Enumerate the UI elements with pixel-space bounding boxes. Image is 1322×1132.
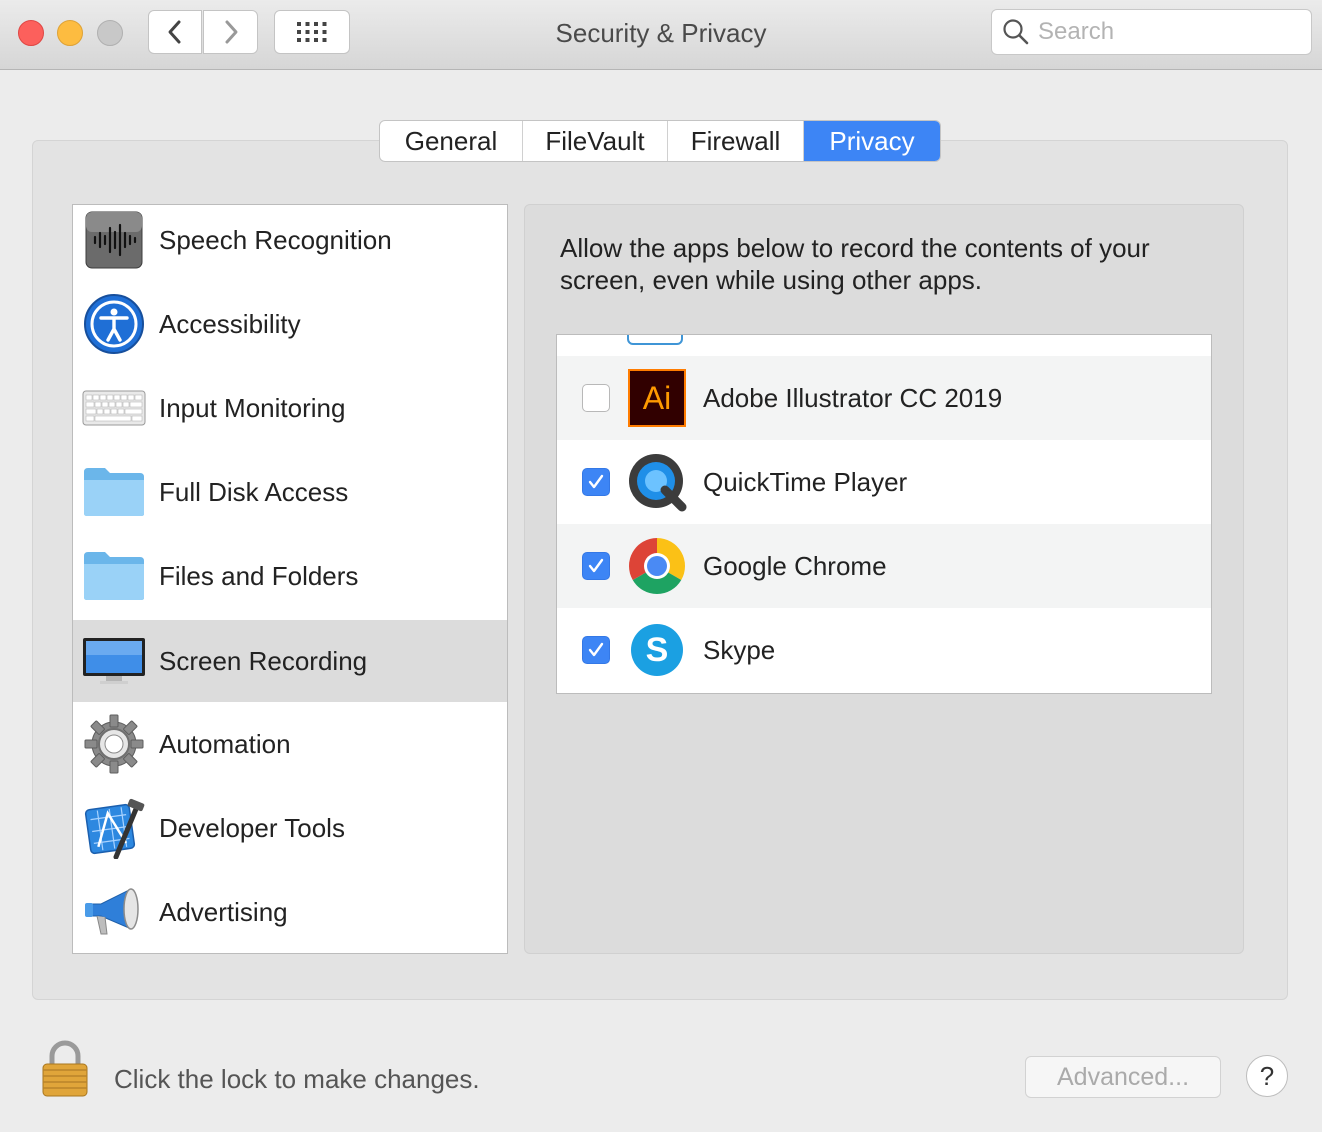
app-row-quicktime[interactable]: QuickTime Player: [557, 440, 1211, 524]
category-developer-tools[interactable]: Developer Tools: [73, 787, 507, 869]
checkbox[interactable]: [582, 636, 610, 664]
category-input-monitoring[interactable]: Input Monitoring: [73, 367, 507, 449]
display-icon: [81, 628, 147, 694]
app-row-skype[interactable]: S Skype: [557, 608, 1211, 692]
developer-tools-icon: [81, 795, 147, 861]
category-full-disk-access[interactable]: Full Disk Access: [73, 451, 507, 533]
checkmark-icon: [588, 558, 604, 573]
app-row-illustrator[interactable]: Ai Adobe Illustrator CC 2019: [557, 356, 1211, 440]
checkbox[interactable]: [582, 552, 610, 580]
category-label: Accessibility: [159, 308, 301, 339]
category-label: Advertising: [159, 896, 288, 927]
lock-button[interactable]: [40, 1040, 90, 1103]
app-icon: [627, 335, 683, 345]
skype-icon-text: S: [631, 624, 683, 676]
app-label: Skype: [703, 634, 776, 665]
search-field[interactable]: [991, 9, 1312, 55]
category-label: Files and Folders: [159, 560, 359, 591]
category-files-and-folders[interactable]: Files and Folders: [73, 535, 507, 617]
category-label: Automation: [159, 728, 291, 759]
list-item: [557, 335, 1211, 357]
search-input[interactable]: [1038, 18, 1298, 46]
keyboard-icon: [81, 375, 147, 441]
checkbox[interactable]: [582, 468, 610, 496]
category-label: Screen Recording: [159, 645, 368, 676]
app-label: QuickTime Player: [703, 466, 908, 497]
folder-icon: [81, 543, 147, 609]
quicktime-icon: [627, 452, 687, 512]
tab-filevault[interactable]: FileVault: [523, 121, 668, 161]
tab-general[interactable]: General: [380, 121, 523, 161]
screen-recording-description: Allow the apps below to record the conte…: [560, 233, 1150, 295]
category-accessibility[interactable]: Accessibility: [73, 283, 507, 365]
app-row-chrome[interactable]: Google Chrome: [557, 524, 1211, 608]
category-label: Input Monitoring: [159, 392, 346, 423]
help-button[interactable]: ?: [1246, 1055, 1288, 1097]
category-screen-recording[interactable]: Screen Recording: [73, 620, 507, 702]
category-label: Full Disk Access: [159, 476, 349, 507]
tab-firewall[interactable]: Firewall: [668, 121, 804, 161]
chrome-icon: [627, 536, 687, 596]
category-automation[interactable]: Automation: [73, 703, 507, 785]
app-label: Google Chrome: [703, 550, 887, 581]
lock-icon: [42, 1040, 88, 1097]
gear-icon: [81, 711, 147, 777]
illustrator-icon-text: Ai: [628, 369, 686, 427]
category-advertising[interactable]: Advertising: [73, 871, 507, 953]
skype-icon: S: [627, 620, 687, 680]
privacy-category-list: Speech Recognition Accessibility Input M…: [72, 204, 508, 954]
app-label: Adobe Illustrator CC 2019: [703, 382, 1003, 413]
checkmark-icon: [588, 642, 604, 657]
accessibility-icon: [81, 291, 147, 357]
illustrator-icon: Ai: [627, 368, 687, 428]
waveform-icon: [81, 207, 147, 273]
checkbox[interactable]: [582, 384, 610, 412]
advanced-button[interactable]: Advanced...: [1025, 1056, 1221, 1098]
title-bar: Security & Privacy: [0, 0, 1322, 70]
lock-message: Click the lock to make changes.: [114, 1064, 480, 1094]
category-label: Developer Tools: [159, 812, 345, 843]
megaphone-icon: [81, 879, 147, 945]
checkmark-icon: [588, 474, 604, 489]
search-icon: [1003, 19, 1029, 45]
category-speech-recognition[interactable]: Speech Recognition: [73, 199, 507, 281]
app-list[interactable]: Ai Adobe Illustrator CC 2019 QuickTime P…: [556, 334, 1212, 694]
tab-privacy[interactable]: Privacy: [804, 121, 940, 161]
folder-icon: [81, 459, 147, 525]
category-label: Speech Recognition: [159, 224, 392, 255]
tab-bar: General FileVault Firewall Privacy: [379, 120, 941, 162]
